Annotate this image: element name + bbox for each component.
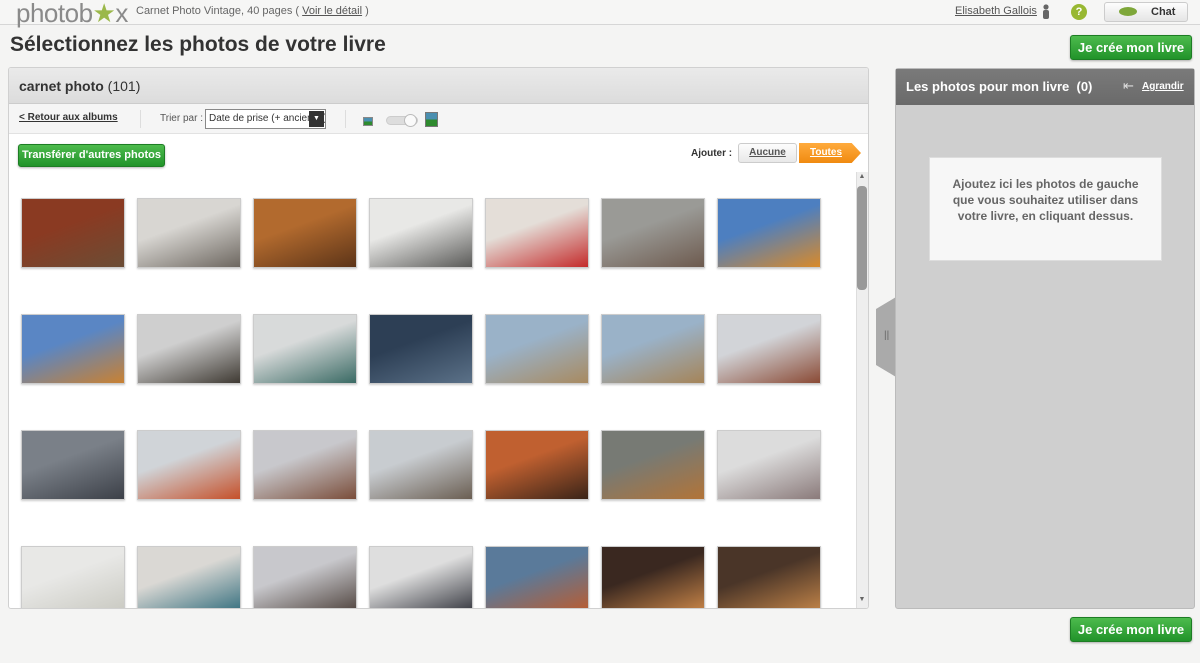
photo-thumbnail[interactable] — [137, 314, 241, 384]
panel-drag-handle[interactable]: || — [876, 297, 896, 377]
album-header: carnet photo (101) — [9, 68, 868, 104]
photo-thumbnail[interactable] — [369, 546, 473, 608]
photo-thumbnail[interactable] — [21, 198, 125, 268]
photo-thumbnail[interactable] — [717, 314, 821, 384]
scrollbar-thumb[interactable] — [857, 186, 867, 290]
photo-thumbnail[interactable] — [601, 546, 705, 608]
divider — [345, 110, 346, 128]
divider — [140, 110, 141, 128]
photo-thumbnail[interactable] — [485, 198, 589, 268]
slider-handle[interactable] — [404, 114, 417, 127]
photo-thumbnail[interactable] — [369, 430, 473, 500]
album-count: (101) — [107, 78, 141, 94]
top-bar: photob★x Carnet Photo Vintage, 40 pages … — [0, 0, 1200, 28]
album-panel: carnet photo (101) < Retour aux albums T… — [8, 67, 869, 609]
page-title: Sélectionnez les photos de votre livre — [10, 33, 386, 56]
transfer-photos-button[interactable]: Transférer d'autres photos — [18, 144, 165, 167]
expand-icon[interactable]: ⇤ — [1123, 78, 1134, 94]
photo-thumbnail[interactable] — [253, 430, 357, 500]
photo-thumbnail[interactable] — [485, 546, 589, 608]
photo-thumbnail[interactable] — [253, 314, 357, 384]
photobox-logo[interactable]: photob★x — [16, 0, 128, 29]
photo-thumbnail[interactable] — [137, 430, 241, 500]
photo-thumbnail[interactable] — [717, 430, 821, 500]
small-thumbnail-icon[interactable] — [363, 117, 373, 126]
photo-thumbnail[interactable] — [21, 546, 125, 608]
create-book-button-top[interactable]: Je crée mon livre — [1070, 35, 1192, 60]
photo-thumbnail[interactable] — [601, 198, 705, 268]
scroll-down-icon[interactable]: ▼ — [857, 596, 867, 606]
photo-thumbnail[interactable] — [21, 430, 125, 500]
album-name: carnet photo — [19, 78, 104, 94]
chat-button[interactable]: Chat — [1104, 2, 1188, 22]
sort-label: Trier par : — [160, 113, 203, 124]
user-name-link[interactable]: Elisabeth Gallois — [955, 5, 1037, 17]
photo-thumbnail[interactable] — [253, 198, 357, 268]
photo-thumbnail[interactable] — [601, 314, 705, 384]
photo-thumbnail[interactable] — [485, 430, 589, 500]
photo-thumbnail[interactable] — [369, 198, 473, 268]
add-none-button[interactable]: Aucune — [738, 143, 797, 163]
photo-thumbnail[interactable] — [137, 546, 241, 608]
help-icon[interactable]: ? — [1071, 4, 1087, 20]
detail-link[interactable]: Voir le détail — [302, 5, 362, 17]
photo-thumbnail[interactable] — [21, 314, 125, 384]
back-to-albums-link[interactable]: < Retour aux albums — [19, 112, 118, 123]
photo-thumbnail[interactable] — [137, 198, 241, 268]
expand-link[interactable]: Agrandir — [1142, 81, 1184, 92]
book-photos-panel: Les photos pour mon livre (0) ⇤ Agrandir… — [895, 68, 1195, 609]
add-all-button[interactable]: Toutes — [799, 143, 861, 163]
create-book-button-bottom[interactable]: Je crée mon livre — [1070, 617, 1192, 642]
photo-thumbnail[interactable] — [253, 546, 357, 608]
photo-thumbnail[interactable] — [485, 314, 589, 384]
product-info: Carnet Photo Vintage, 40 pages ( Voir le… — [136, 5, 369, 17]
album-toolbar: < Retour aux albums Trier par : Date de … — [9, 104, 868, 134]
user-icon — [1043, 4, 1049, 19]
product-name: Carnet Photo Vintage, 40 pages — [136, 5, 293, 17]
scroll-up-icon[interactable]: ▲ — [857, 173, 867, 183]
photo-thumbnail[interactable] — [369, 314, 473, 384]
add-label: Ajouter : — [691, 148, 733, 159]
chat-bubble-icon — [1119, 7, 1137, 16]
photo-thumbnail[interactable] — [717, 546, 821, 608]
photo-thumbnail[interactable] — [717, 198, 821, 268]
large-thumbnail-icon[interactable] — [425, 112, 438, 127]
book-panel-title: Les photos pour mon livre — [906, 79, 1070, 94]
photo-thumbnail[interactable] — [601, 430, 705, 500]
book-photo-count: (0) — [1076, 79, 1093, 94]
drop-hint: Ajoutez ici les photos de gauche que vou… — [929, 157, 1162, 261]
sort-select[interactable]: Date de prise (+ ancienne) ▼ — [205, 109, 326, 129]
chevron-down-icon[interactable]: ▼ — [309, 111, 324, 127]
